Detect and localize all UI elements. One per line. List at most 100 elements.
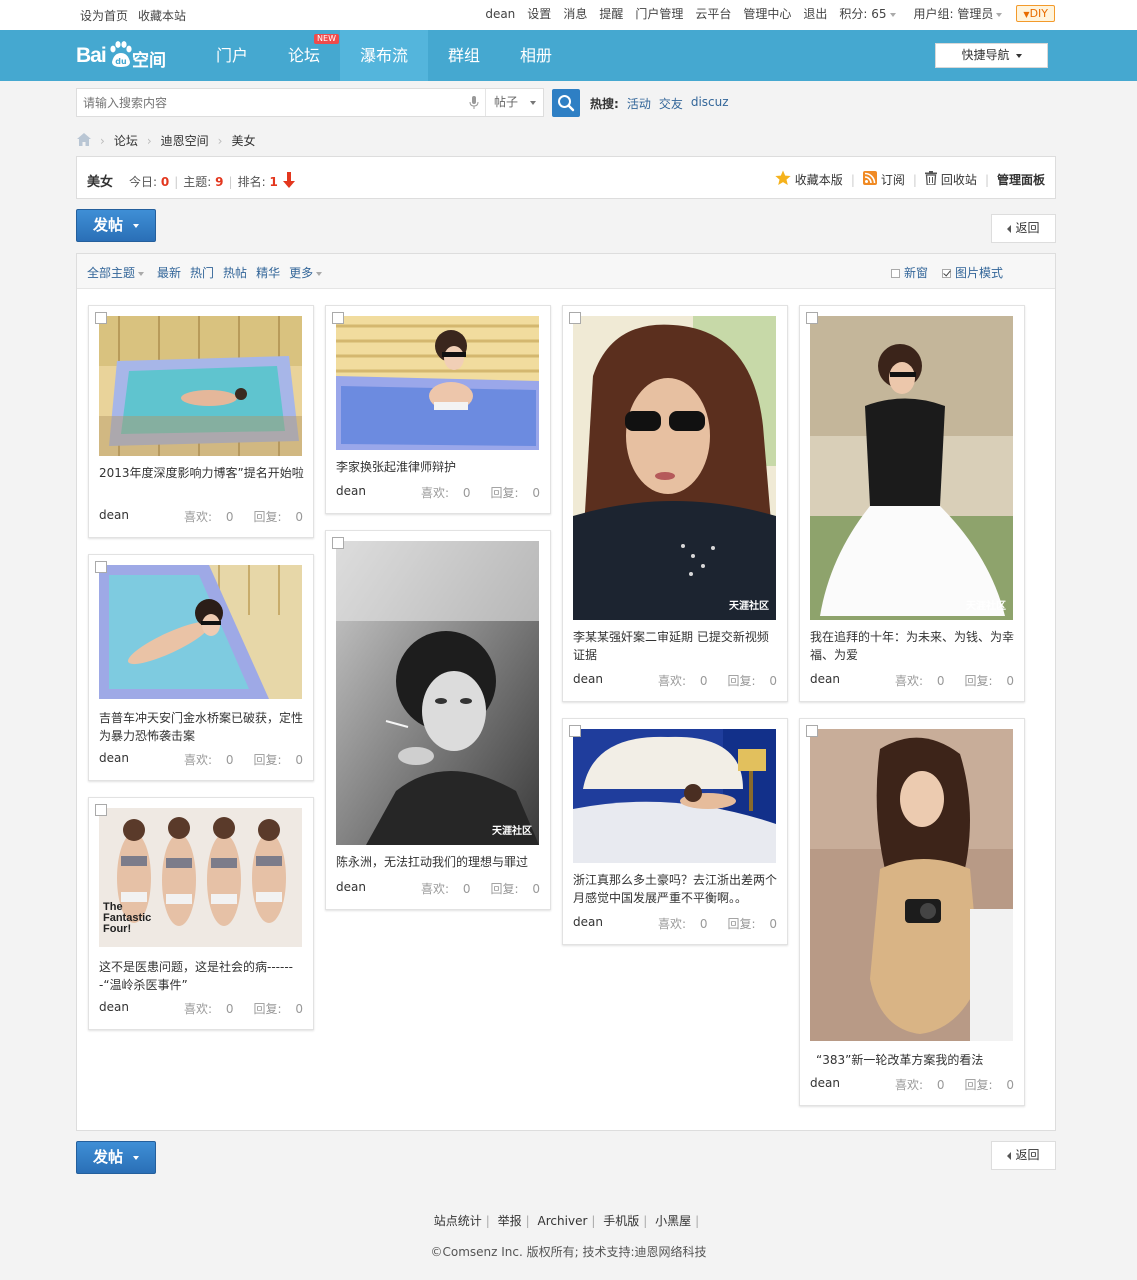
select-checkbox[interactable] xyxy=(332,537,344,549)
new-window-toggle[interactable]: 新窗 xyxy=(890,264,928,281)
thread-card[interactable]: 2013年度深度影响力博客”提名开始啦 dean 喜欢: 0 回复: 0 xyxy=(88,305,314,538)
post-new-thread-button[interactable]: 发帖 xyxy=(76,209,156,242)
footer-stats-link[interactable]: 站点统计 xyxy=(434,1214,482,1228)
filter-digest[interactable]: 精华 xyxy=(256,264,280,281)
footer-blacklist-link[interactable]: 小黑屋 xyxy=(655,1214,691,1228)
thread-author[interactable]: dean xyxy=(810,1076,840,1093)
nav-waterfall[interactable]: 瀑布流 xyxy=(340,30,428,81)
set-homepage-link[interactable]: 设为首页 xyxy=(80,7,128,24)
hot-keyword-discuz[interactable]: discuz xyxy=(691,95,729,112)
thread-thumbnail[interactable] xyxy=(810,729,1013,1041)
nav-albums[interactable]: 相册 xyxy=(503,30,569,81)
thread-author[interactable]: dean xyxy=(99,751,129,768)
thread-author[interactable]: dean xyxy=(336,484,366,501)
thread-author[interactable]: dean xyxy=(810,672,840,689)
breadcrumb-forum[interactable]: 论坛 xyxy=(114,132,138,149)
thread-title[interactable]: 2013年度深度影响力博客”提名开始啦 xyxy=(99,464,305,482)
thread-title[interactable]: “383”新一轮改革方案我的看法 xyxy=(816,1051,1022,1069)
filter-latest[interactable]: 最新 xyxy=(157,264,181,281)
thread-thumbnail[interactable] xyxy=(336,316,539,450)
portal-admin-link[interactable]: 门户管理 xyxy=(635,5,683,22)
subscribe-button[interactable]: 订阅 xyxy=(862,171,905,188)
site-logo[interactable]: Bai du 空间 xyxy=(76,36,176,74)
breadcrumb-current[interactable]: 美女 xyxy=(231,132,255,149)
thread-author[interactable]: dean xyxy=(573,672,603,689)
select-checkbox[interactable] xyxy=(569,725,581,737)
thread-title[interactable]: 浙江真那么多土豪吗？去江浙出差两个月感觉中国发展严重不平衡啊。。 xyxy=(573,871,779,907)
microphone-icon[interactable] xyxy=(469,96,479,110)
breadcrumb-space[interactable]: 迪恩空间 xyxy=(161,132,209,149)
thread-author[interactable]: dean xyxy=(99,1000,129,1017)
select-checkbox[interactable] xyxy=(95,804,107,816)
diy-button[interactable]: ▼DIY xyxy=(1016,5,1055,22)
likes-label: 喜欢: xyxy=(183,753,213,767)
select-checkbox[interactable] xyxy=(806,312,818,324)
thread-title[interactable]: 我在追拜的十年：为未来、为钱、为幸福、为爱 xyxy=(810,628,1016,664)
footer-report-link[interactable]: 举报 xyxy=(498,1214,522,1228)
thread-author[interactable]: dean xyxy=(573,915,603,932)
thread-card[interactable]: 浙江真那么多土豪吗？去江浙出差两个月感觉中国发展严重不平衡啊。。 dean 喜欢… xyxy=(562,718,788,945)
home-icon[interactable] xyxy=(77,132,91,149)
thread-thumbnail[interactable] xyxy=(99,316,302,456)
username-link[interactable]: dean xyxy=(485,7,515,21)
thread-author[interactable]: dean xyxy=(99,508,129,525)
filter-popular[interactable]: 热门 xyxy=(190,264,214,281)
thread-thumbnail[interactable]: 天涯社区 xyxy=(336,541,539,845)
thread-title[interactable]: 陈永洲，无法扛动我们的理想与罪过 xyxy=(336,853,542,871)
trash-icon xyxy=(924,171,937,188)
thread-thumbnail[interactable]: The Fantastic Four! xyxy=(99,808,302,947)
thread-title[interactable]: 这不是医患问题，这是社会的病-------“温岭杀医事件” xyxy=(99,958,305,994)
select-checkbox[interactable] xyxy=(95,561,107,573)
thread-card[interactable]: 天涯社区 我在追拜的十年：为未来、为钱、为幸福、为爱 dean 喜欢: 0 回复:… xyxy=(799,305,1025,702)
quick-nav-button[interactable]: 快捷导航 xyxy=(935,43,1048,68)
filter-hot-threads[interactable]: 热帖 xyxy=(223,264,247,281)
thread-card[interactable]: The Fantastic Four! 这不是医患问题，这是社会的病-------“… xyxy=(88,797,314,1030)
post-new-thread-button-bottom[interactable]: 发帖 xyxy=(76,1141,156,1174)
search-input[interactable] xyxy=(77,89,482,116)
bookmark-site-link[interactable]: 收藏本站 xyxy=(138,7,186,24)
admin-panel-button[interactable]: 管理面板 xyxy=(997,171,1045,188)
thread-card[interactable]: 天涯社区 李某某强奸案二审延期 已提交新视频证据 dean 喜欢: 0 回复: 0 xyxy=(562,305,788,702)
image-mode-toggle[interactable]: 图片模式 xyxy=(941,264,1003,281)
select-checkbox[interactable] xyxy=(332,312,344,324)
usergroup-menu[interactable]: 用户组: 管理员 xyxy=(914,5,1003,22)
filter-all-topics[interactable]: 全部主题 xyxy=(87,264,145,281)
hot-keyword-dating[interactable]: 交友 xyxy=(659,95,683,112)
select-checkbox[interactable] xyxy=(569,312,581,324)
thread-author[interactable]: dean xyxy=(336,880,366,897)
select-checkbox[interactable] xyxy=(806,725,818,737)
thread-thumbnail[interactable] xyxy=(573,729,776,863)
thread-thumbnail[interactable] xyxy=(99,565,302,699)
footer-archiver-link[interactable]: Archiver xyxy=(538,1214,588,1228)
admin-center-link[interactable]: 管理中心 xyxy=(743,5,791,22)
search-button[interactable] xyxy=(552,89,580,117)
thread-card[interactable]: 李家换张起淮律师辩护 dean 喜欢: 0 回复: 0 xyxy=(325,305,551,514)
thread-title[interactable]: 李家换张起淮律师辩护 xyxy=(336,458,542,476)
recycle-bin-button[interactable]: 回收站 xyxy=(924,171,977,188)
hot-keyword-activity[interactable]: 活动 xyxy=(627,95,651,112)
thread-card[interactable]: 吉普车冲天安门金水桥案已破获，定性为暴力恐怖袭击案 dean 喜欢: 0 回复: … xyxy=(88,554,314,781)
thread-title[interactable]: 李某某强奸案二审延期 已提交新视频证据 xyxy=(573,628,779,664)
select-checkbox[interactable] xyxy=(95,312,107,324)
settings-link[interactable]: 设置 xyxy=(527,5,551,22)
thread-thumbnail[interactable]: 天涯社区 xyxy=(810,316,1013,620)
favorite-forum-button[interactable]: 收藏本版 xyxy=(775,170,843,189)
nav-groups[interactable]: 群组 xyxy=(431,30,497,81)
back-button-bottom[interactable]: 返回 xyxy=(991,1141,1056,1170)
back-button[interactable]: 返回 xyxy=(991,214,1056,243)
new-window-label: 新窗 xyxy=(903,266,928,280)
thread-title[interactable]: 吉普车冲天安门金水桥案已破获，定性为暴力恐怖袭击案 xyxy=(99,709,305,745)
messages-link[interactable]: 消息 xyxy=(563,5,587,22)
thread-card[interactable]: 天涯社区 陈永洲，无法扛动我们的理想与罪过 dean 喜欢: 0 回复: 0 xyxy=(325,530,551,910)
nav-forum[interactable]: 论坛 NEW xyxy=(271,30,339,81)
thread-card[interactable]: “383”新一轮改革方案我的看法 dean 喜欢: 0 回复: 0 xyxy=(799,718,1025,1106)
thread-thumbnail[interactable]: 天涯社区 xyxy=(573,316,776,620)
footer-mobile-link[interactable]: 手机版 xyxy=(603,1214,639,1228)
credits-menu[interactable]: 积分: 65 xyxy=(839,5,896,22)
logout-link[interactable]: 退出 xyxy=(803,5,827,22)
filter-more[interactable]: 更多 xyxy=(289,264,323,281)
search-type-select[interactable]: 帖子 xyxy=(485,89,544,116)
cloud-platform-link[interactable]: 云平台 xyxy=(695,5,731,22)
notifications-link[interactable]: 提醒 xyxy=(599,5,623,22)
nav-portal[interactable]: 门户 xyxy=(199,30,265,81)
